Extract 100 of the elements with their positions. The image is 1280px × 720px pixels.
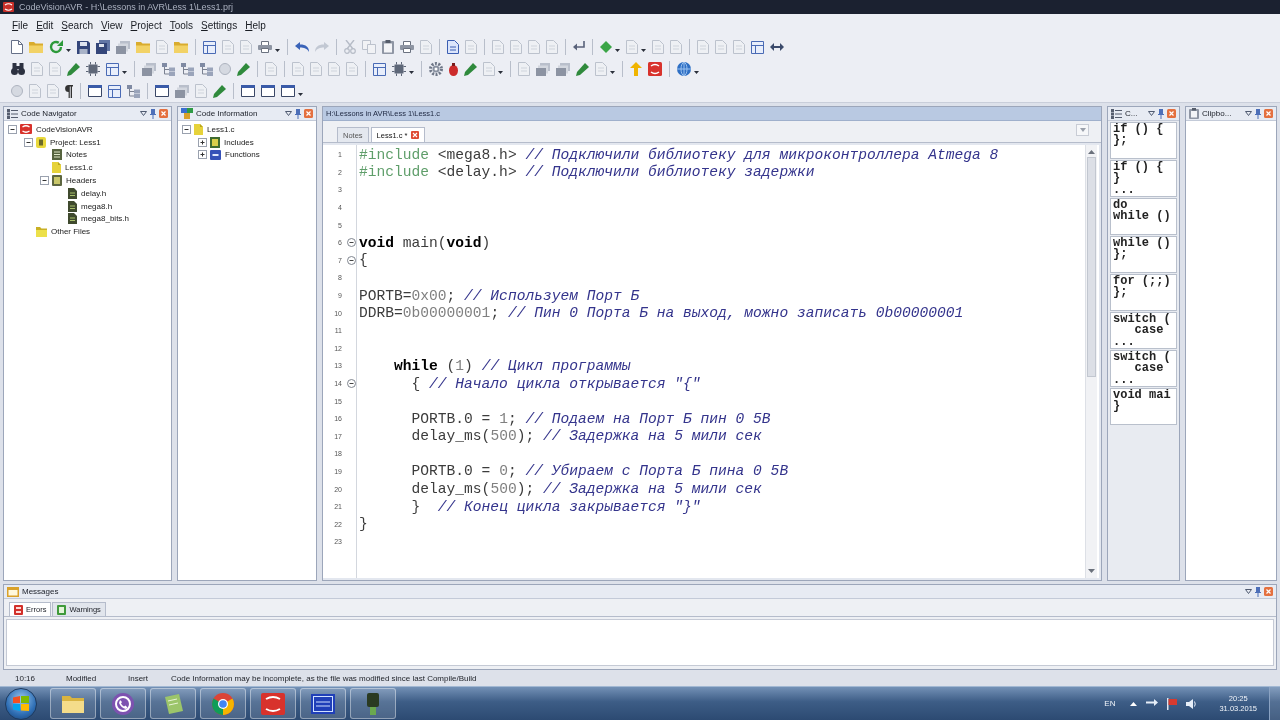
chip-icon[interactable] (392, 62, 406, 76)
taskbar-button[interactable] (350, 688, 396, 719)
expand-icon[interactable] (198, 137, 207, 147)
app-logo-icon[interactable] (648, 62, 662, 76)
globe-icon[interactable] (677, 62, 691, 76)
caret-icon[interactable] (122, 70, 127, 74)
stack-icon[interactable] (116, 40, 130, 54)
caret-icon[interactable] (66, 48, 71, 52)
window-icon[interactable] (241, 85, 255, 97)
printer-icon[interactable] (258, 41, 272, 53)
tree-item[interactable]: Less1.c (207, 124, 235, 134)
grid-icon[interactable] (751, 40, 764, 54)
tree-item[interactable]: Includes (224, 137, 254, 147)
menu-item[interactable]: File (8, 18, 33, 32)
menu-item[interactable]: Settings (197, 18, 242, 32)
caret-icon[interactable] (610, 70, 615, 74)
template-item[interactable]: void mai } (1110, 388, 1177, 425)
taskbar-button[interactable] (50, 688, 96, 719)
return-arrow-icon[interactable] (573, 41, 585, 53)
caret-icon[interactable] (409, 70, 414, 74)
close-icon[interactable] (1264, 587, 1273, 596)
fold-marker-icon[interactable] (347, 255, 356, 265)
taskbar-button[interactable] (250, 688, 296, 719)
pen-icon[interactable] (464, 62, 477, 76)
dropdown-icon[interactable] (1148, 111, 1155, 116)
window-icon[interactable] (155, 85, 169, 97)
close-icon[interactable] (1167, 109, 1176, 118)
fold-marker-icon[interactable] (347, 238, 356, 248)
menu-item[interactable]: View (97, 18, 127, 32)
pen-icon[interactable] (237, 62, 250, 76)
caret-icon[interactable] (275, 48, 280, 52)
menu-item[interactable]: Search (57, 18, 98, 32)
collapse-icon[interactable] (24, 137, 33, 147)
taskbar-button[interactable] (300, 688, 346, 719)
close-icon[interactable] (159, 109, 168, 118)
chip-icon[interactable] (86, 62, 100, 76)
tree-item[interactable]: Less1.c (65, 163, 93, 173)
close-icon[interactable] (304, 109, 313, 118)
clipboard-icon[interactable] (382, 40, 394, 54)
window-icon[interactable] (281, 85, 295, 97)
tree-item[interactable]: Notes (66, 150, 87, 160)
flag-icon[interactable] (1167, 697, 1178, 710)
scrollbar[interactable] (1085, 145, 1097, 578)
grid-icon[interactable] (373, 62, 386, 76)
pin-icon[interactable] (295, 108, 301, 119)
template-item[interactable]: if () { } ... (1110, 160, 1177, 197)
caret-icon[interactable] (1130, 701, 1138, 706)
close-icon[interactable] (1264, 109, 1273, 118)
tree-item[interactable]: Other Files (51, 227, 91, 237)
language-indicator[interactable]: EN (1104, 699, 1116, 708)
tree-item[interactable]: CodeVisionAVR (36, 124, 93, 134)
grid-icon[interactable] (106, 62, 119, 76)
template-item[interactable]: switch ( case ... (1110, 350, 1177, 387)
dropdown-icon[interactable] (140, 111, 147, 116)
stack-icon[interactable] (536, 62, 550, 76)
template-item[interactable]: switch ( case ... (1110, 312, 1177, 349)
up-arrow-icon[interactable] (1088, 150, 1095, 154)
caret-icon[interactable] (498, 70, 503, 74)
tree-icon[interactable] (181, 62, 194, 76)
dropdown-icon[interactable] (1245, 589, 1252, 594)
pin-icon[interactable] (1255, 108, 1261, 119)
drop-icon[interactable] (449, 62, 458, 76)
width-arrows-icon[interactable] (770, 43, 784, 51)
stack-icon[interactable] (175, 84, 189, 98)
caret-icon[interactable] (641, 48, 646, 52)
stack-icon[interactable] (556, 62, 570, 76)
collapse-icon[interactable] (182, 124, 191, 134)
tree-item[interactable]: delay.h (81, 188, 107, 198)
undo-icon[interactable] (295, 42, 309, 52)
taskbar-button[interactable] (100, 688, 146, 719)
gear-icon[interactable] (429, 62, 443, 76)
template-item[interactable]: for (;;) }; (1110, 274, 1177, 311)
menu-item[interactable]: Edit (32, 18, 58, 32)
tree-icon[interactable] (127, 84, 140, 98)
save-all-icon[interactable] (96, 40, 110, 54)
right-arrow-icon[interactable] (1146, 699, 1159, 708)
caret-icon[interactable] (298, 92, 303, 96)
tree-item[interactable]: Functions (225, 150, 260, 160)
save-icon[interactable] (77, 40, 90, 54)
page-icon[interactable] (11, 40, 23, 54)
grid-icon[interactable] (108, 84, 121, 98)
tree-item[interactable]: Project: Less1 (50, 137, 101, 147)
show-desktop-button[interactable] (1269, 687, 1280, 720)
start-button[interactable] (5, 687, 37, 720)
fold-marker-icon[interactable] (347, 379, 356, 388)
pin-icon[interactable] (150, 108, 156, 119)
template-item[interactable]: do while () (1110, 198, 1177, 235)
scrollbar-thumb[interactable] (1087, 157, 1096, 377)
collapse-icon[interactable] (40, 176, 49, 186)
binoculars-icon[interactable] (11, 63, 25, 75)
taskbar-button[interactable] (150, 688, 196, 719)
pin-icon[interactable] (1255, 586, 1261, 597)
pen-icon[interactable] (67, 62, 80, 76)
collapse-icon[interactable] (8, 124, 17, 134)
tree-item[interactable]: Headers (66, 176, 97, 186)
close-icon[interactable] (411, 131, 420, 139)
expand-icon[interactable] (198, 150, 207, 160)
dropdown-icon[interactable] (1245, 111, 1252, 116)
tree-icon[interactable] (200, 62, 213, 76)
pen-icon[interactable] (576, 62, 589, 76)
